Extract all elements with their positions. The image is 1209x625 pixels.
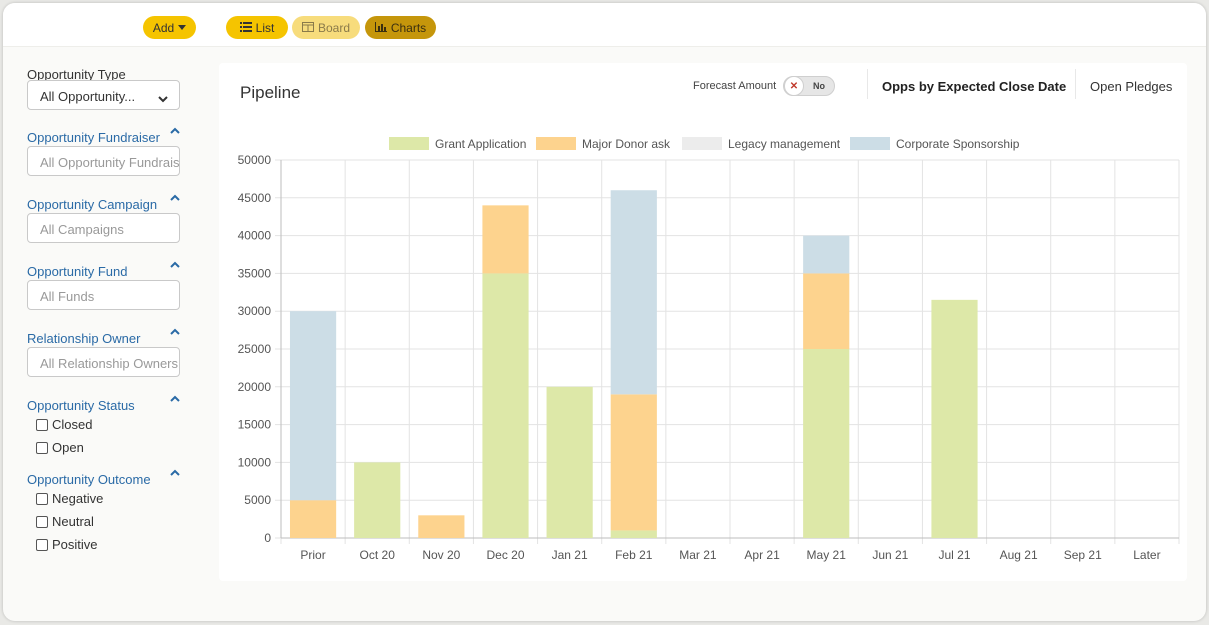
add-label: Add xyxy=(152,20,175,35)
option-label: Negative xyxy=(52,491,104,506)
x-tick-label: Dec 20 xyxy=(486,548,524,562)
option-label: Open xyxy=(52,440,84,455)
y-tick-label: 25000 xyxy=(238,342,272,356)
bar-segment xyxy=(931,299,978,538)
status-filter-label: Opportunity Status xyxy=(27,398,135,413)
x-tick-label: Feb 21 xyxy=(615,548,653,562)
option-label: Neutral xyxy=(52,514,94,529)
checkbox[interactable] xyxy=(36,441,48,454)
legend-swatch xyxy=(682,137,722,150)
y-tick-label: 40000 xyxy=(238,229,272,243)
y-tick-label: 45000 xyxy=(238,191,272,205)
outcome-positive-option[interactable]: Positive xyxy=(36,537,98,552)
checkbox[interactable] xyxy=(36,538,48,551)
list-view-button[interactable]: List xyxy=(226,16,288,39)
checkbox[interactable] xyxy=(36,515,48,528)
x-tick-label: Mar 21 xyxy=(679,548,717,562)
x-tick-label: Jun 21 xyxy=(872,548,908,562)
legend-label: Corporate Sponsorship xyxy=(896,137,1020,151)
legend-swatch xyxy=(850,137,890,150)
legend-label: Legacy management xyxy=(728,137,841,151)
legend-swatch xyxy=(536,137,576,150)
chevron-up-icon[interactable] xyxy=(170,261,180,271)
x-tick-label: Oct 20 xyxy=(360,548,396,562)
y-tick-label: 30000 xyxy=(238,304,272,318)
bar-segment xyxy=(803,235,850,274)
opportunity-type-select[interactable]: All Opportunity... xyxy=(27,80,180,110)
outcome-neutral-option[interactable]: Neutral xyxy=(36,514,94,529)
fund-filter-label: Opportunity Fund xyxy=(27,264,128,279)
caret-down-icon xyxy=(178,25,187,30)
x-tick-label: Aug 21 xyxy=(1000,548,1038,562)
toolbar: Add List Board Charts xyxy=(3,3,1206,47)
owner-input[interactable]: All Relationship Owners xyxy=(27,347,180,377)
bar-segment xyxy=(610,190,657,395)
option-label: Positive xyxy=(52,537,98,552)
chevron-up-icon[interactable] xyxy=(170,194,180,204)
legend-swatch xyxy=(389,137,429,150)
bar-segment xyxy=(610,530,657,538)
bar-segment xyxy=(354,462,401,538)
checkbox[interactable] xyxy=(36,418,48,431)
y-tick-label: 50000 xyxy=(238,153,272,167)
campaign-input[interactable]: All Campaigns xyxy=(27,213,180,243)
board-icon xyxy=(301,21,314,35)
y-tick-label: 5000 xyxy=(244,493,271,507)
chevron-up-icon[interactable] xyxy=(170,395,180,405)
x-tick-label: Nov 20 xyxy=(422,548,460,562)
list-icon xyxy=(239,21,252,35)
bar-segment xyxy=(289,311,337,501)
bar-segment xyxy=(803,273,850,349)
fundraiser-filter-label: Opportunity Fundraiser xyxy=(27,130,160,145)
x-tick-label: Later xyxy=(1133,548,1160,562)
pipeline-panel: Pipeline Forecast Amount ✕ No Opps by Ex… xyxy=(219,63,1187,581)
x-tick-label: Sep 21 xyxy=(1064,548,1102,562)
y-tick-label: 35000 xyxy=(238,266,272,280)
chevron-up-icon[interactable] xyxy=(170,127,180,137)
owner-filter-label: Relationship Owner xyxy=(27,331,141,346)
x-tick-label: Jul 21 xyxy=(938,548,970,562)
charts-view-button[interactable]: Charts xyxy=(365,16,436,39)
bar-chart-icon xyxy=(374,21,387,35)
bar-segment xyxy=(803,349,850,538)
bar-segment xyxy=(482,205,529,274)
x-tick-label: Prior xyxy=(300,548,325,562)
y-tick-label: 0 xyxy=(264,531,271,545)
chevron-down-icon xyxy=(158,91,168,106)
charts-label: Charts xyxy=(390,20,427,35)
status-closed-option[interactable]: Closed xyxy=(36,417,92,432)
opportunity-type-value: All Opportunity... xyxy=(40,89,136,104)
filter-sidebar: Opportunity Type All Opportunity... Oppo… xyxy=(3,47,218,621)
board-label: Board xyxy=(317,20,351,35)
option-label: Closed xyxy=(52,417,93,432)
bar-segment xyxy=(482,273,529,538)
x-tick-label: Jan 21 xyxy=(552,548,588,562)
y-tick-label: 15000 xyxy=(238,418,272,432)
y-tick-label: 10000 xyxy=(238,455,272,469)
campaign-filter-label: Opportunity Campaign xyxy=(27,197,158,212)
add-button[interactable]: Add xyxy=(143,16,196,39)
legend-label: Grant Application xyxy=(435,137,526,151)
bar-segment xyxy=(418,515,465,538)
chevron-up-icon[interactable] xyxy=(170,328,180,338)
app-window: Add List Board Charts Opportunity Type A… xyxy=(3,3,1206,621)
x-tick-label: May 21 xyxy=(807,548,847,562)
status-open-option[interactable]: Open xyxy=(36,440,84,455)
y-tick-label: 20000 xyxy=(238,380,272,394)
bar-segment xyxy=(546,386,593,538)
outcome-negative-option[interactable]: Negative xyxy=(36,491,103,506)
outcome-filter-label: Opportunity Outcome xyxy=(27,472,151,487)
x-tick-label: Apr 21 xyxy=(744,548,780,562)
checkbox[interactable] xyxy=(36,492,48,505)
board-view-button[interactable]: Board xyxy=(292,16,360,39)
fundraiser-input[interactable]: All Opportunity Fundraisers xyxy=(27,146,180,176)
list-label: List xyxy=(255,20,275,35)
fund-input[interactable]: All Funds xyxy=(27,280,180,310)
pipeline-chart: 0 5000 10000 15000 20000 25000 30000 35000 40000… xyxy=(238,137,1180,562)
chevron-up-icon[interactable] xyxy=(170,469,180,479)
legend-label: Major Donor ask xyxy=(582,137,671,151)
bar-segment xyxy=(610,394,657,531)
bar-segment xyxy=(289,500,337,538)
